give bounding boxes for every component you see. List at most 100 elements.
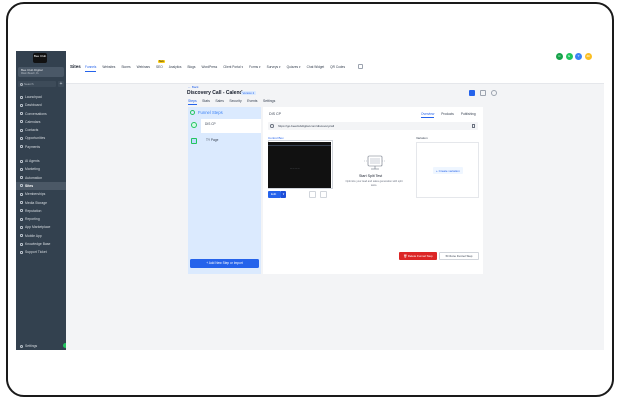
edit-button[interactable]: Edit — [268, 191, 281, 198]
tab-settings[interactable]: Settings — [263, 99, 275, 103]
sidebar-item-marketing[interactable]: Marketing — [16, 165, 66, 173]
sidebar-item-label: Launchpad — [25, 95, 42, 99]
layout-icon[interactable] — [358, 63, 363, 69]
sidebar-item-dashboard[interactable]: Dashboard — [16, 101, 66, 109]
external-link-icon[interactable] — [471, 124, 475, 128]
tab-analytics[interactable]: Analytics — [169, 65, 182, 69]
split-test-description: Optimize your lead and sales generation … — [345, 180, 403, 187]
gear-icon[interactable] — [320, 191, 327, 198]
tab-publishing[interactable]: Publishing — [461, 112, 476, 116]
sidebar-item-automation[interactable]: Automation — [16, 174, 66, 182]
quick-add-button[interactable]: + — [58, 81, 64, 87]
tab-websites[interactable]: Websites — [102, 65, 115, 69]
tab-stores[interactable]: Stores — [121, 65, 130, 69]
funnel-steps-panel: Funnel Steps DIS CP TY Page + Add New St… — [188, 107, 261, 274]
page-preview-thumbnail[interactable]: — — — — — [268, 142, 331, 188]
tab-webinars[interactable]: Webinars — [137, 65, 150, 69]
book-icon — [20, 242, 23, 246]
sidebar-item-conversations[interactable]: Conversations — [16, 110, 66, 118]
tab-quizzes[interactable]: Quizzes ▾ — [287, 65, 301, 69]
split-test-title[interactable]: Start Split Test — [359, 174, 382, 178]
tab-products[interactable]: Products — [441, 112, 454, 116]
sidebar-item-mobile-app[interactable]: Mobile App — [16, 232, 66, 240]
sidebar-item-sites[interactable]: Sites — [16, 181, 66, 191]
tab-overview[interactable]: Overview — [421, 112, 435, 118]
sidebar-item-contacts[interactable]: Contacts — [16, 126, 66, 134]
top-bar: Sites Funnels Websites Stores Webinars S… — [66, 51, 604, 84]
tab-chat-widget[interactable]: Chat Widget — [307, 65, 325, 69]
tab-events[interactable]: Events — [247, 99, 257, 103]
sidebar-item-label: Mobile App — [25, 233, 42, 238]
top-tabs: Funnels Websites Stores Webinars SEO Ana… — [85, 65, 351, 72]
sidebar-item-label: Settings — [25, 344, 38, 348]
sidebar-item-payments[interactable]: Payments — [16, 143, 66, 151]
tab-sales[interactable]: Sales — [215, 99, 223, 103]
sidebar-item-support-ticket[interactable]: Support Ticket — [16, 248, 66, 256]
settings-icon[interactable] — [491, 90, 497, 96]
back-link[interactable]: ← Back — [188, 85, 199, 89]
funnel-step-item[interactable]: TY Page — [188, 135, 261, 149]
search-input[interactable]: Search — [18, 81, 56, 87]
funnel-icon — [20, 136, 23, 140]
refresh-icon[interactable] — [480, 90, 486, 96]
automation-icon — [20, 176, 23, 180]
edit-dropdown-button[interactable]: ▾ — [281, 191, 286, 198]
dashboard-icon — [20, 103, 23, 107]
sidebar-item-knowledge-base[interactable]: Knowledge Base — [16, 240, 66, 248]
tab-seo[interactable]: SEO — [156, 65, 163, 69]
step-card[interactable]: DIS CP — [201, 119, 261, 133]
sidebar-item-label: Reporting — [25, 217, 40, 222]
add-step-button[interactable]: + Add New Step or Import — [190, 259, 259, 268]
globe-icon — [20, 184, 23, 188]
tab-steps[interactable]: Steps — [188, 99, 197, 105]
steps-title: Funnel Steps — [198, 110, 223, 115]
sidebar-item-settings[interactable]: Settings — [16, 342, 66, 350]
phone-icon — [20, 234, 23, 238]
create-variation-button[interactable]: + Create variation — [433, 167, 463, 174]
variation-box: + Create variation — [416, 142, 479, 198]
tab-stats[interactable]: Stats — [202, 99, 210, 103]
globe-icon — [270, 124, 274, 128]
calendar-icon — [20, 120, 23, 124]
tab-qr-codes[interactable]: QR Codes — [330, 65, 345, 69]
delete-step-button[interactable]: 🗑 Delete Funnel Step — [399, 252, 437, 260]
share-icon[interactable] — [469, 90, 475, 96]
notification-icon[interactable]: G — [565, 53, 573, 60]
sidebar-item-launchpad[interactable]: Launchpad — [16, 93, 66, 101]
tab-funnels[interactable]: Funnels — [85, 65, 97, 72]
new-badge: New — [158, 60, 165, 63]
tab-surveys[interactable]: Surveys ▾ — [267, 65, 281, 69]
tab-forms[interactable]: Forms ▾ — [249, 65, 261, 69]
help-icon[interactable]: ? — [575, 53, 582, 60]
step-url[interactable]: https://go.beeclubdigital.com/discoveryc… — [278, 124, 334, 128]
tab-blogs[interactable]: Blogs — [188, 65, 196, 69]
sidebar-item-label: Media Storage — [25, 200, 48, 205]
preview-text: — — — — — [290, 168, 300, 170]
sidebar-item-reputation[interactable]: Reputation — [16, 207, 66, 215]
sidebar-item-opportunities[interactable]: Opportunities — [16, 134, 66, 142]
tab-wordpress[interactable]: WordPress — [202, 65, 218, 69]
search-placeholder: Search — [24, 82, 34, 86]
brand-logo[interactable]: Bee Club — [33, 53, 47, 63]
sidebar-item-memberships[interactable]: Memberships — [16, 190, 66, 198]
grid-icon — [20, 225, 23, 229]
tab-client-portal[interactable]: Client Portal ▾ — [223, 65, 243, 69]
sidebar-item-app-marketplace[interactable]: App Marketplace — [16, 223, 66, 231]
sidebar-item-media-storage[interactable]: Media Storage — [16, 199, 66, 207]
phone-action-icon[interactable]: C — [556, 53, 563, 60]
sidebar-item-ai-agents[interactable]: AI Agents — [16, 157, 66, 165]
sidebar-item-calendars[interactable]: Calendars — [16, 118, 66, 126]
copy-icon[interactable] — [309, 191, 316, 198]
sidebar-item-label: Reputation — [25, 208, 42, 213]
sidebar-item-label: Calendars — [25, 119, 41, 124]
step-url-row[interactable]: https://go.beeclubdigital.com/discoveryc… — [268, 122, 478, 130]
version-badge[interactable]: Version 2 — [241, 90, 256, 96]
clone-step-button[interactable]: ⧉ Clone Funnel Step — [439, 252, 479, 260]
sidebar-item-reporting[interactable]: Reporting — [16, 215, 66, 223]
account-switcher[interactable]: Bee Club Digital Miami Beach, FL — [18, 67, 64, 77]
user-avatar[interactable]: JD — [584, 53, 592, 60]
app-window: Bee Club Bee Club Digital Miami Beach, F… — [16, 51, 604, 350]
tab-security[interactable]: Security — [229, 99, 241, 103]
funnel-page: ← Back Discovery Call - Calendar Version… — [66, 84, 604, 350]
funnel-step-item[interactable]: DIS CP — [188, 119, 261, 133]
